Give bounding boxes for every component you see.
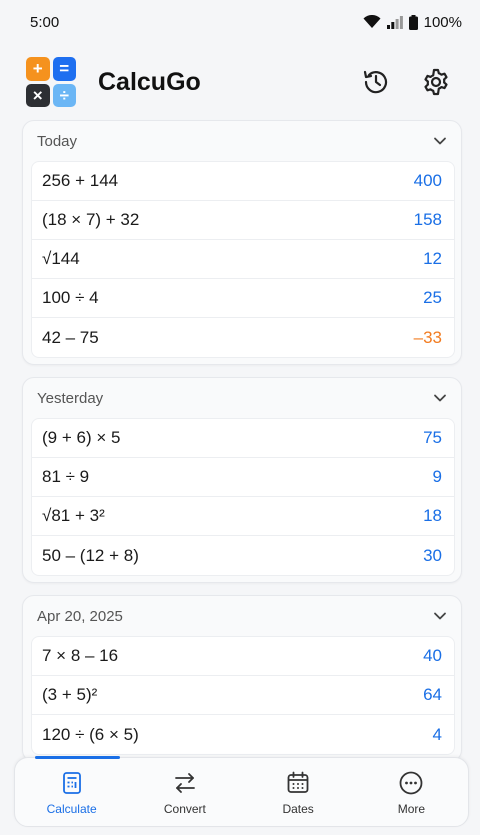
result-value: 64 bbox=[423, 685, 442, 704]
history-row[interactable]: 7 × 8 – 16 40 bbox=[32, 637, 454, 676]
result-value: –33 bbox=[413, 327, 442, 347]
result-value: 25 bbox=[423, 288, 442, 307]
calculator-icon bbox=[62, 772, 81, 794]
group-label: Apr 20, 2025 bbox=[37, 607, 123, 625]
group-header[interactable]: Yesterday bbox=[23, 378, 461, 418]
history-button[interactable] bbox=[354, 60, 398, 104]
history-list: Today 256 + 144 400 (18 × 7) + 32 158 √144 12 1… bbox=[0, 120, 480, 762]
expression-text: 7 × 8 – 16 bbox=[42, 646, 119, 665]
bottom-navigation: Calculate Convert Dates More bbox=[14, 756, 469, 827]
result-value: 4 bbox=[432, 724, 442, 744]
history-row[interactable]: 100 ÷ 4 25 bbox=[32, 279, 454, 318]
expression-text: 256 + 144 bbox=[42, 171, 119, 190]
calendar-icon bbox=[287, 771, 309, 793]
wifi-icon bbox=[363, 15, 381, 28]
result-value: 400 bbox=[413, 171, 442, 190]
cell-signal-icon bbox=[386, 16, 403, 29]
more-dots-icon bbox=[399, 771, 423, 795]
logo-equals-tile: = bbox=[52, 57, 76, 81]
app-title: CalcuGo bbox=[98, 67, 201, 96]
history-row[interactable]: 120 ÷ (6 × 5) 4 bbox=[32, 715, 454, 754]
history-row[interactable]: √81 + 3² 18 bbox=[32, 497, 454, 536]
app-header: + = × ÷ CalcuGo bbox=[0, 44, 480, 120]
settings-button[interactable] bbox=[414, 60, 458, 104]
nav-label: Dates bbox=[282, 802, 314, 816]
status-time: 5:00 bbox=[30, 13, 60, 31]
result-value: 40 bbox=[423, 646, 442, 665]
gear-icon bbox=[424, 68, 448, 96]
history-group: Today 256 + 144 400 (18 × 7) + 32 158 √144 12 1… bbox=[22, 120, 462, 365]
result-value: 75 bbox=[423, 428, 442, 447]
chevron-down-icon[interactable] bbox=[433, 609, 447, 623]
nav-label: More bbox=[397, 802, 426, 816]
nav-label: Convert bbox=[163, 802, 206, 816]
chevron-down-icon[interactable] bbox=[433, 134, 447, 148]
result-value: 158 bbox=[413, 210, 442, 229]
result-value: 30 bbox=[423, 545, 442, 565]
expression-text: 120 ÷ (6 × 5) bbox=[42, 724, 139, 744]
result-value: 9 bbox=[432, 467, 442, 486]
result-value: 18 bbox=[423, 506, 442, 525]
history-rows: 7 × 8 – 16 40 (3 + 5)² 64 120 ÷ (6 × 5) 4 bbox=[31, 636, 455, 755]
active-tab-indicator bbox=[35, 756, 120, 759]
swap-arrows-icon bbox=[174, 773, 195, 793]
battery-icon bbox=[408, 14, 418, 30]
group-label: Today bbox=[37, 132, 78, 150]
chevron-down-icon[interactable] bbox=[433, 391, 447, 405]
history-row[interactable]: 81 ÷ 9 9 bbox=[32, 458, 454, 497]
logo-divide-tile: ÷ bbox=[52, 83, 76, 107]
nav-item-more[interactable]: More bbox=[355, 758, 468, 826]
group-label: Yesterday bbox=[37, 389, 104, 407]
expression-text: (9 + 6) × 5 bbox=[42, 428, 121, 447]
result-value: 12 bbox=[423, 249, 442, 268]
app-logo: + = × ÷ bbox=[26, 57, 76, 107]
status-bar: 5:00 100% bbox=[0, 0, 480, 44]
history-row[interactable]: (3 + 5)² 64 bbox=[32, 676, 454, 715]
expression-text: √81 + 3² bbox=[42, 506, 105, 525]
history-row[interactable]: (9 + 6) × 5 75 bbox=[32, 419, 454, 458]
status-icons: 100% bbox=[363, 14, 462, 31]
history-row[interactable]: 256 + 144 400 bbox=[32, 162, 454, 201]
battery-percent: 100% bbox=[423, 13, 462, 31]
logo-plus-tile: + bbox=[26, 57, 50, 81]
history-rows: 256 + 144 400 (18 × 7) + 32 158 √144 12 100 ÷ … bbox=[31, 161, 455, 358]
logo-times-tile: × bbox=[26, 83, 50, 107]
history-icon bbox=[363, 70, 388, 94]
expression-text: (3 + 5)² bbox=[42, 685, 98, 704]
history-group: Apr 20, 2025 7 × 8 – 16 40 (3 + 5)² 64 120 ÷ … bbox=[22, 595, 462, 762]
expression-text: 81 ÷ 9 bbox=[42, 467, 90, 486]
history-rows: (9 + 6) × 5 75 81 ÷ 9 9 √81 + 3² 18 50 – (12 +… bbox=[31, 418, 455, 576]
history-row[interactable]: 50 – (12 + 8) 30 bbox=[32, 536, 454, 575]
expression-text: 50 – (12 + 8) bbox=[42, 545, 139, 565]
expression-text: (18 × 7) + 32 bbox=[42, 210, 140, 229]
nav-item-calculate[interactable]: Calculate bbox=[15, 756, 128, 826]
expression-text: 42 – 75 bbox=[42, 327, 99, 347]
history-row[interactable]: √144 12 bbox=[32, 240, 454, 279]
group-header[interactable]: Apr 20, 2025 bbox=[23, 596, 461, 636]
nav-label: Calculate bbox=[46, 802, 97, 816]
nav-item-dates[interactable]: Dates bbox=[242, 758, 355, 826]
expression-text: 100 ÷ 4 bbox=[42, 288, 99, 307]
history-row[interactable]: (18 × 7) + 32 158 bbox=[32, 201, 454, 240]
history-row[interactable]: 42 – 75 –33 bbox=[32, 318, 454, 357]
nav-item-convert[interactable]: Convert bbox=[128, 758, 241, 826]
history-group: Yesterday (9 + 6) × 5 75 81 ÷ 9 9 √81 + 3² 18 5… bbox=[22, 377, 462, 583]
expression-text: √144 bbox=[42, 249, 80, 268]
group-header[interactable]: Today bbox=[23, 121, 461, 161]
